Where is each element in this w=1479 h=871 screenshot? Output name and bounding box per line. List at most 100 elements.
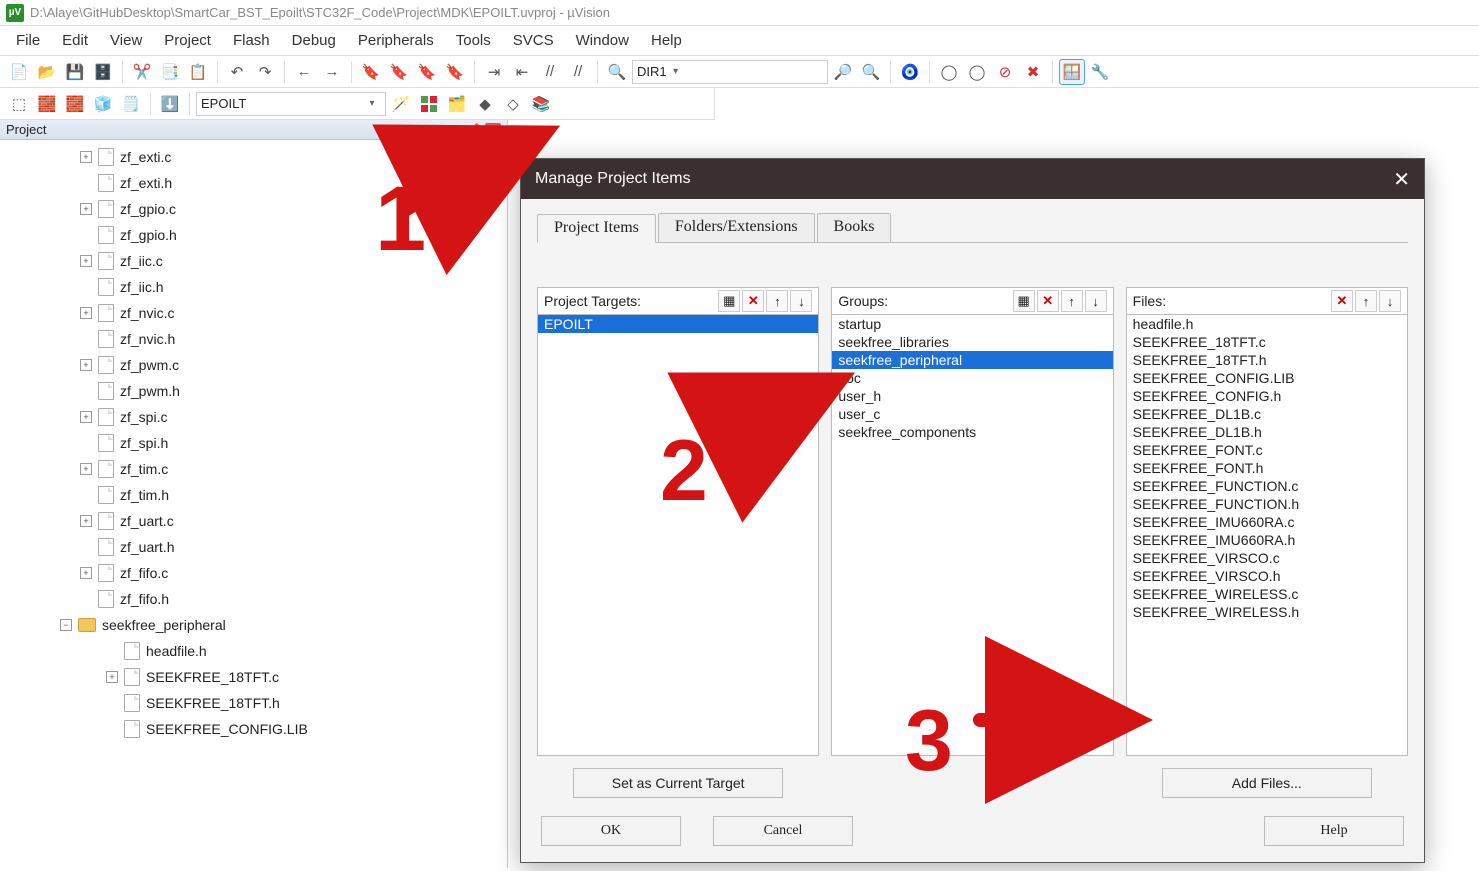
tree-file[interactable]: zf_pwm.h	[100, 378, 507, 404]
menu-svcs[interactable]: SVCS	[503, 28, 566, 53]
tree-file[interactable]: SEEKFREE_18TFT.h	[126, 690, 507, 716]
tree-file[interactable]: zf_pwm.c	[100, 352, 507, 378]
tree-file[interactable]: zf_gpio.c	[100, 196, 507, 222]
list-item[interactable]: SEEKFREE_DL1B.h	[1127, 423, 1407, 441]
tree-file[interactable]: zf_exti.c	[100, 144, 507, 170]
menu-window[interactable]: Window	[566, 28, 641, 53]
list-item[interactable]: SEEKFREE_WIRELESS.h	[1127, 603, 1407, 621]
tree-file[interactable]: headfile.h	[126, 638, 507, 664]
find-in-files-icon[interactable]: 🔍	[604, 59, 630, 85]
tree-file[interactable]: zf_nvic.h	[100, 326, 507, 352]
tab-books[interactable]: Books	[817, 213, 892, 242]
cancel-button[interactable]: Cancel	[713, 816, 853, 846]
list-item[interactable]: EPOILT	[538, 315, 818, 333]
expand-icon[interactable]	[80, 567, 92, 579]
menu-tools[interactable]: Tools	[446, 28, 503, 53]
cut-icon[interactable]: ✂️	[129, 59, 155, 85]
tree-file[interactable]: zf_nvic.c	[100, 300, 507, 326]
ok-button[interactable]: OK	[541, 816, 681, 846]
expand-icon[interactable]	[80, 463, 92, 475]
build-icon[interactable]: 🧱	[34, 91, 60, 117]
bookmark-prev-icon[interactable]: 🔖	[386, 59, 412, 85]
move-down-icon[interactable]: ↓	[1085, 290, 1107, 312]
move-down-icon[interactable]: ↓	[790, 290, 812, 312]
target-options-icon[interactable]: 🪄	[388, 91, 414, 117]
breakpoint-kill-icon[interactable]: ✖	[1020, 59, 1046, 85]
delete-icon[interactable]: ✕	[1331, 290, 1353, 312]
list-item[interactable]: seekfree_peripheral	[832, 351, 1112, 369]
bookmark-clear-icon[interactable]: 🔖	[442, 59, 468, 85]
bookmark-toggle-icon[interactable]: 🔖	[358, 59, 384, 85]
list-item[interactable]: SEEKFREE_FONT.c	[1127, 441, 1407, 459]
list-item[interactable]: SEEKFREE_CONFIG.LIB	[1127, 369, 1407, 387]
menu-project[interactable]: Project	[154, 28, 223, 53]
new-icon[interactable]: ▦	[718, 290, 740, 312]
menu-flash[interactable]: Flash	[223, 28, 282, 53]
move-down-icon[interactable]: ↓	[1379, 290, 1401, 312]
add-files-button[interactable]: Add Files...	[1162, 768, 1372, 798]
build-target-icon[interactable]: ⬚	[6, 91, 32, 117]
find-combo[interactable]: DIR1 ▾	[632, 60, 828, 84]
list-item[interactable]: user_c	[832, 405, 1112, 423]
menu-view[interactable]: View	[100, 28, 154, 53]
expand-icon[interactable]	[80, 255, 92, 267]
nav-back-icon[interactable]: ←	[291, 59, 317, 85]
indent-icon[interactable]: ⇥	[481, 59, 507, 85]
expand-icon[interactable]	[106, 671, 118, 683]
menu-debug[interactable]: Debug	[282, 28, 348, 53]
tab-folders-extensions[interactable]: Folders/Extensions	[658, 213, 815, 242]
list-item[interactable]: SEEKFREE_FONT.h	[1127, 459, 1407, 477]
menu-peripherals[interactable]: Peripherals	[348, 28, 446, 53]
tree-file[interactable]: zf_iic.c	[100, 248, 507, 274]
list-item[interactable]: SEEKFREE_WIRELESS.c	[1127, 585, 1407, 603]
expand-icon[interactable]	[80, 151, 92, 163]
files-list[interactable]: headfile.hSEEKFREE_18TFT.cSEEKFREE_18TFT…	[1126, 315, 1408, 756]
tree-file[interactable]: zf_uart.c	[100, 508, 507, 534]
list-item[interactable]: headfile.h	[1127, 315, 1407, 333]
help-button[interactable]: Help	[1264, 816, 1404, 846]
list-item[interactable]: user_h	[832, 387, 1112, 405]
list-item[interactable]: SEEKFREE_18TFT.c	[1127, 333, 1407, 351]
list-item[interactable]: SEEKFREE_18TFT.h	[1127, 351, 1407, 369]
redo-icon[interactable]: ↷	[252, 59, 278, 85]
list-item[interactable]: SEEKFREE_IMU660RA.h	[1127, 531, 1407, 549]
move-up-icon[interactable]: ↑	[1061, 290, 1083, 312]
list-item[interactable]: startup	[832, 315, 1112, 333]
list-item[interactable]: SEEKFREE_DL1B.c	[1127, 405, 1407, 423]
download-icon[interactable]: ⬇️	[157, 91, 183, 117]
move-up-icon[interactable]: ↑	[766, 290, 788, 312]
copy-icon[interactable]: 📑	[157, 59, 183, 85]
move-up-icon[interactable]: ↑	[1355, 290, 1377, 312]
list-item[interactable]: doc	[832, 369, 1112, 387]
tree-file[interactable]: zf_fifo.h	[100, 586, 507, 612]
list-item[interactable]: SEEKFREE_CONFIG.h	[1127, 387, 1407, 405]
list-item[interactable]: SEEKFREE_IMU660RA.c	[1127, 513, 1407, 531]
expand-icon[interactable]	[80, 307, 92, 319]
tree-file[interactable]: SEEKFREE_18TFT.c	[126, 664, 507, 690]
set-current-target-button[interactable]: Set as Current Target	[573, 768, 783, 798]
breakpoint-disable-icon[interactable]: ⊘	[992, 59, 1018, 85]
stop-build-icon[interactable]: 🗒️	[118, 91, 144, 117]
rebuild-icon[interactable]: 🧱	[62, 91, 88, 117]
manage-project-items-icon[interactable]	[416, 91, 442, 117]
project-tree[interactable]: zf_exti.czf_exti.hzf_gpio.czf_gpio.hzf_i…	[0, 140, 507, 868]
books-icon[interactable]: 📚	[528, 91, 554, 117]
delete-icon[interactable]: ✕	[742, 290, 764, 312]
expand-icon[interactable]	[80, 515, 92, 527]
undo-icon[interactable]: ↶	[224, 59, 250, 85]
outdent-icon[interactable]: ⇤	[509, 59, 535, 85]
batch-build-icon[interactable]: 🧊	[90, 91, 116, 117]
tree-file[interactable]: zf_tim.c	[100, 456, 507, 482]
close-icon[interactable]: ✕	[1393, 167, 1410, 192]
menu-edit[interactable]: Edit	[52, 28, 100, 53]
find-next-icon[interactable]: 🔎	[830, 59, 856, 85]
tab-project-items[interactable]: Project Items	[537, 214, 656, 243]
save-icon[interactable]: 💾	[62, 59, 88, 85]
list-item[interactable]: SEEKFREE_FUNCTION.h	[1127, 495, 1407, 513]
open-file-icon[interactable]: 📂	[34, 59, 60, 85]
list-item[interactable]: seekfree_components	[832, 423, 1112, 441]
select-packs-icon[interactable]: ◆	[472, 91, 498, 117]
window-layout-icon[interactable]: 🪟	[1059, 59, 1085, 85]
delete-icon[interactable]: ✕	[1037, 290, 1059, 312]
list-item[interactable]: SEEKFREE_VIRSCO.h	[1127, 567, 1407, 585]
